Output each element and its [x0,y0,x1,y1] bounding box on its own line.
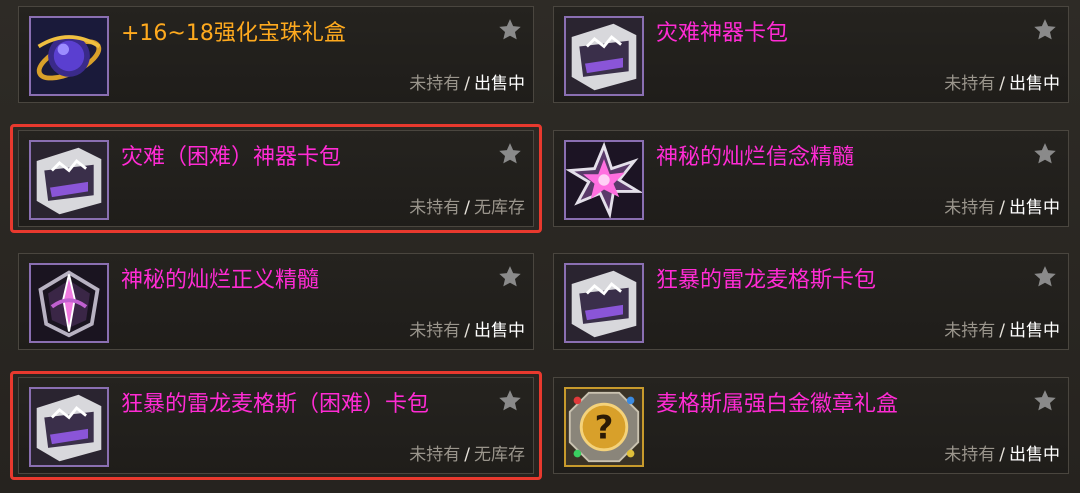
crystal-burst-icon [564,140,644,220]
card-pack-icon [29,140,109,220]
status-separator: / [464,198,470,218]
item-name: 灾难（困难）神器卡包 [121,145,342,170]
status-separator: / [999,321,1005,341]
sale-status: 出售中 [1009,74,1060,94]
status-separator: / [999,74,1005,94]
shop-item-card[interactable]: 神秘的灿烂信念精髓 未持有 / 出售中 [553,130,1069,227]
status-separator: / [464,321,470,341]
svg-text:?: ? [595,408,614,446]
status-separator: / [999,445,1005,465]
favorite-star-icon[interactable] [1032,17,1058,43]
card-pack-icon [29,387,109,467]
owned-status: 未持有 [409,74,461,94]
owned-status: 未持有 [409,445,461,465]
item-status: 未持有 / 无库存 [409,440,525,465]
shop-item-card[interactable]: 灾难（困难）神器卡包 未持有 / 无库存 [10,124,542,233]
shop-item-grid: +16~18强化宝珠礼盒 未持有/出售中 灾难神器卡包 未持有/出售中 [0,0,1080,493]
item-status: 未持有 / 出售中 [409,316,525,341]
owned-status: 未持有 [409,198,461,218]
card-pack-icon [564,263,644,343]
owned-status: 未持有 [944,74,996,94]
item-name: 麦格斯属强白金徽章礼盒 [656,392,899,417]
emblem-icon [29,263,109,343]
favorite-star-icon[interactable] [497,141,523,167]
shop-item-card[interactable]: 灾难神器卡包 未持有 / 出售中 [553,6,1069,103]
item-name: 神秘的灿烂信念精髓 [656,145,855,170]
mystery-box-icon: ? [564,387,644,467]
item-status: 未持有 / 出售中 [409,69,525,94]
shop-item-card[interactable]: 神秘的灿烂正义精髓 未持有 / 出售中 [18,253,534,350]
sale-status: 出售中 [1009,445,1060,465]
shop-item-card[interactable]: +16~18强化宝珠礼盒 未持有 / 出售中 [18,6,534,103]
item-name: +16~18强化宝珠礼盒 [121,21,346,46]
sale-status: 出售中 [474,74,525,94]
card-pack-icon [564,16,644,96]
sale-status: 无库存 [474,198,525,218]
sale-status: 出售中 [1009,198,1060,218]
shop-item-card[interactable]: 狂暴的雷龙麦格斯卡包 未持有 / 出售中 [553,253,1069,350]
favorite-star-icon[interactable] [1032,264,1058,290]
owned-status: 未持有 [944,198,996,218]
item-status: 未持有 / 出售中 [944,193,1060,218]
item-name: 狂暴的雷龙麦格斯卡包 [656,268,877,293]
favorite-star-icon[interactable] [1032,141,1058,167]
item-status: 未持有 / 出售中 [944,69,1060,94]
item-name: 灾难神器卡包 [656,21,789,46]
sale-status: 出售中 [1009,321,1060,341]
favorite-star-icon[interactable] [1032,388,1058,414]
owned-status: 未持有 [409,321,461,341]
favorite-star-icon[interactable] [497,264,523,290]
shop-item-card[interactable]: 狂暴的雷龙麦格斯（困难）卡包 未持有 / 无库存 [10,371,542,480]
item-name: 神秘的灿烂正义精髓 [121,268,320,293]
owned-status: 未持有 [944,445,996,465]
favorite-star-icon[interactable] [497,388,523,414]
status-separator: / [999,198,1005,218]
item-status: 未持有 / 出售中 [944,316,1060,341]
sale-status: 无库存 [474,445,525,465]
item-status: 未持有 / 无库存 [409,193,525,218]
favorite-star-icon[interactable] [497,17,523,43]
orb-icon [29,16,109,96]
item-status: 未持有 / 出售中 [944,440,1060,465]
status-separator: / [464,74,470,94]
item-name: 狂暴的雷龙麦格斯（困难）卡包 [121,392,430,417]
shop-item-card[interactable]: ? 麦格斯属强白金徽章礼盒 未持有 / 出售中 [553,377,1069,474]
sale-status: 出售中 [474,321,525,341]
status-separator: / [464,445,470,465]
owned-status: 未持有 [944,321,996,341]
